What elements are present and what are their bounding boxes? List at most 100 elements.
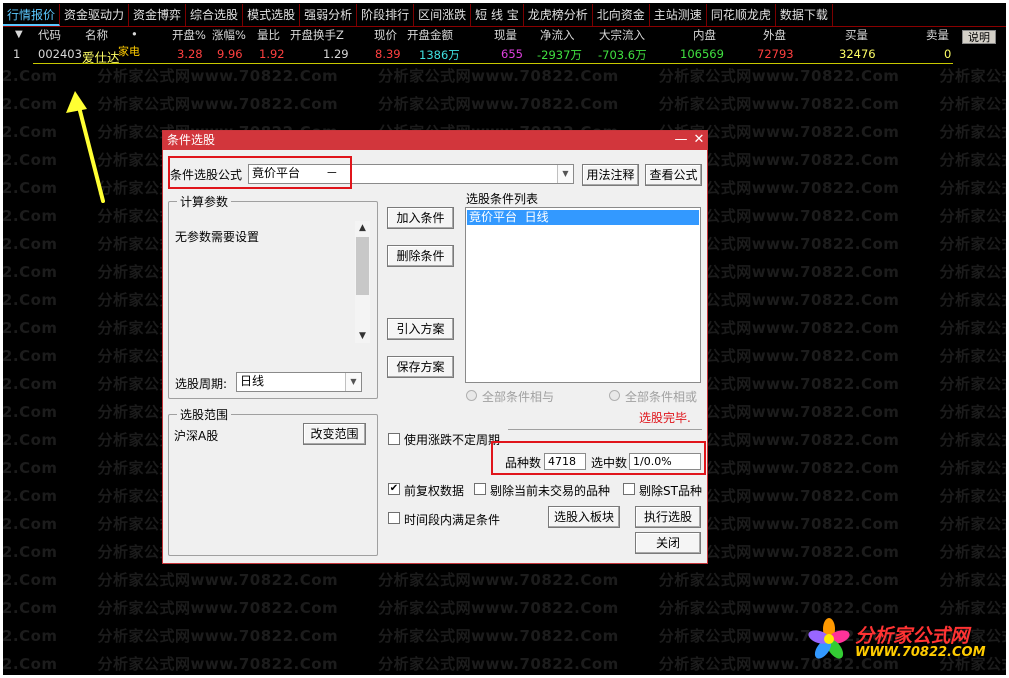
top-tab-6[interactable]: 阶段排行 [357, 4, 415, 26]
exclude-untraded-checkbox[interactable] [474, 483, 486, 495]
irregular-period-label: 使用涨跌不定周期 [404, 433, 501, 447]
top-tab-4[interactable]: 模式选股 [243, 4, 301, 26]
close-icon[interactable]: ✕ [691, 131, 707, 150]
top-tab-12[interactable]: 同花顺龙虎 [707, 4, 776, 26]
top-tab-3[interactable]: 综合选股 [186, 4, 244, 26]
sort-icon[interactable]: ▼ [15, 29, 23, 40]
usage-note-button[interactable]: 用法注释 [582, 164, 639, 186]
top-tab-8[interactable]: 短 线 宝 [471, 4, 524, 26]
col-cur-vol[interactable]: 现量 [494, 27, 517, 43]
scroll-up-icon[interactable]: ▲ [356, 221, 369, 235]
separator-line [508, 429, 702, 430]
top-tab-11[interactable]: 主站测速 [650, 4, 707, 26]
col-block-inflow[interactable]: 大宗流入 [599, 27, 645, 43]
row-cur-vol: 655 [501, 47, 523, 61]
col-sell-vol[interactable]: 卖量 [926, 27, 949, 43]
period-value: 日线 [240, 374, 265, 388]
range-group-title: 选股范围 [177, 406, 232, 423]
row-underline [33, 63, 953, 64]
col-dot: • [131, 27, 138, 41]
col-open-amount[interactable]: 开盘金额 [407, 27, 453, 43]
params-text: 无参数需要设置 [175, 230, 260, 244]
scroll-down-icon[interactable]: ▼ [356, 329, 369, 343]
col-net-inflow[interactable]: 净流入 [540, 27, 575, 43]
top-tab-10[interactable]: 北向资金 [593, 4, 650, 26]
row-vol-ratio: 1.92 [259, 47, 285, 61]
radio-or-label: 全部条件相或 [625, 390, 698, 404]
irregular-period-checkbox[interactable] [388, 433, 400, 445]
row-buy-vol: 32476 [839, 47, 876, 61]
row-sell-vol: 0 [944, 47, 952, 61]
exclude-untraded-label: 剔除当前未交易的品种 [490, 484, 611, 498]
exclude-st-label: 剔除ST品种 [639, 484, 702, 498]
condition-list-label: 选股条件列表 [466, 192, 539, 206]
row-price: 8.39 [375, 47, 401, 61]
col-code[interactable]: 代码 [38, 27, 61, 43]
app-window: 行情报价 资金驱动力 资金博弈 综合选股 模式选股 强弱分析 阶段排行 区间涨跌短 线 宝龙虎… [3, 3, 1006, 675]
top-tab-0[interactable]: 行情报价 [3, 4, 61, 26]
exclude-st-checkbox[interactable] [623, 483, 635, 495]
dialog-title: 条件选股 [167, 133, 216, 147]
highlight-formula-box [168, 156, 352, 189]
add-condition-button[interactable]: 加入条件 [387, 207, 454, 229]
top-tab-bar: 行情报价 资金驱动力 资金博弈 综合选股 模式选股 强弱分析 阶段排行 区间涨跌短 线 宝龙虎… [3, 3, 1006, 27]
top-tab-2[interactable]: 资金博弈 [129, 4, 187, 26]
top-tab-9[interactable]: 龙虎榜分析 [524, 4, 593, 26]
annotation-arrow-icon [66, 91, 105, 203]
chevron-down-icon[interactable]: ▼ [557, 165, 573, 183]
row-outer: 72793 [757, 47, 794, 61]
col-vol-ratio[interactable]: 量比 [257, 27, 280, 43]
view-formula-button[interactable]: 查看公式 [645, 164, 702, 186]
condition-list[interactable]: 竟价平台 日线 [465, 207, 701, 383]
period-satisfy-checkbox[interactable] [388, 512, 400, 524]
period-select[interactable]: 日线 ▼ [236, 372, 362, 392]
top-tab-1[interactable]: 资金驱动力 [60, 4, 130, 26]
to-block-button[interactable]: 选股入板块 [548, 506, 620, 528]
import-plan-button[interactable]: 引入方案 [387, 318, 454, 340]
top-tab-5[interactable]: 强弱分析 [300, 4, 358, 26]
row-tag: 家电 [118, 45, 140, 58]
radio-and[interactable] [466, 390, 477, 401]
table-row[interactable]: 1 002403 爱仕达 家电 3.28 9.96 1.92 1.29 8.39… [3, 45, 1006, 65]
params-scrollbar[interactable]: ▲ ▼ [355, 221, 370, 343]
explain-button[interactable]: 说明 [962, 30, 996, 44]
logo-text: 分析家公式网 [855, 625, 970, 647]
top-tab-7[interactable]: 区间涨跌 [414, 4, 472, 26]
chevron-down-icon[interactable]: ▼ [345, 373, 361, 391]
dialog-titlebar[interactable]: 条件选股 [163, 131, 707, 150]
scroll-thumb[interactable] [356, 237, 369, 295]
period-label: 选股周期: [175, 377, 228, 391]
row-open-amount: 1386万 [419, 48, 460, 62]
radio-and-label: 全部条件相与 [482, 390, 555, 404]
col-chg-pct[interactable]: 涨幅% [212, 27, 246, 43]
table-header: ▼ 代码 名称 • 开盘% 涨幅% 量比 开盘换手Z 现价 开盘金额 现量 净流… [3, 27, 1006, 44]
watermark-row: 22.Com分析家公式网www.70822.Com分析家公式网www.70822… [3, 571, 1006, 589]
pre-adjust-checkbox[interactable]: ✔ [388, 483, 400, 495]
row-open-pct: 3.28 [177, 47, 203, 61]
radio-or[interactable] [609, 390, 620, 401]
col-price[interactable]: 现价 [374, 27, 397, 43]
row-block-inflow: -703.6万 [598, 48, 647, 62]
condition-list-item[interactable]: 竟价平台 日线 [467, 210, 699, 225]
col-name[interactable]: 名称 [85, 27, 108, 43]
pre-adjust-label: 前复权数据 [404, 484, 465, 498]
col-outer[interactable]: 外盘 [763, 27, 786, 43]
params-group-title: 计算参数 [177, 193, 232, 210]
row-code: 002403 [38, 47, 82, 61]
change-range-button[interactable]: 改变范围 [303, 423, 366, 445]
period-satisfy-label: 时间段内满足条件 [404, 513, 501, 527]
range-text: 沪深A股 [174, 429, 219, 443]
col-open-pct[interactable]: 开盘% [172, 27, 206, 43]
execute-button[interactable]: 执行选股 [635, 506, 701, 528]
top-tab-13[interactable]: 数据下载 [776, 4, 833, 26]
delete-condition-button[interactable]: 删除条件 [387, 245, 454, 267]
col-buy-vol[interactable]: 买量 [845, 27, 868, 43]
minimize-icon[interactable]: — [673, 131, 689, 150]
close-button[interactable]: 关闭 [635, 532, 701, 554]
watermark-row: 22.Com分析家公式网www.70822.Com分析家公式网www.70822… [3, 95, 1006, 113]
col-inner[interactable]: 内盘 [693, 27, 716, 43]
save-plan-button[interactable]: 保存方案 [387, 356, 454, 378]
col-open-turnover[interactable]: 开盘换手Z [290, 27, 344, 43]
row-net-inflow: -2937万 [537, 48, 582, 62]
watermark-row: 22.Com分析家公式网www.70822.Com分析家公式网www.70822… [3, 67, 1006, 85]
